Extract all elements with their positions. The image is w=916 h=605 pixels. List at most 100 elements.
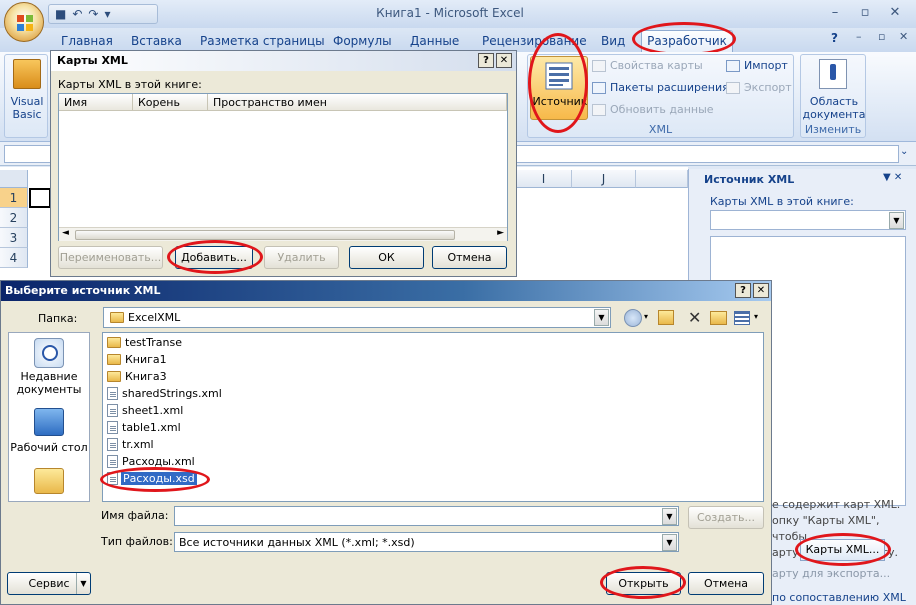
maps-horizontal-scrollbar[interactable]: ◄ ► <box>59 227 507 241</box>
select-all-corner[interactable] <box>0 170 28 188</box>
help-icon[interactable]: ? <box>831 31 838 45</box>
chevron-down-icon[interactable]: ▼ <box>76 573 90 594</box>
maps-list[interactable] <box>58 93 508 241</box>
tab-data[interactable]: Данные <box>410 34 459 48</box>
create-button[interactable]: Создать... <box>688 506 764 529</box>
place-recent-documents[interactable]: Недавние документы <box>8 370 90 396</box>
office-logo-icon <box>17 15 33 31</box>
refresh-data-button[interactable]: Обновить данные <box>592 103 714 116</box>
file-name: table1.xml <box>122 421 181 434</box>
row-header-3[interactable]: 3 <box>0 228 28 248</box>
maps-help-button[interactable]: ? <box>478 53 494 68</box>
xml-pane-help-link[interactable]: по сопоставлению XML <box>772 591 906 604</box>
tab-review[interactable]: Рецензирование <box>482 34 587 48</box>
chevron-down-icon[interactable]: ▼ <box>594 309 609 326</box>
file-list-item[interactable]: testTranse <box>107 335 183 350</box>
document-panel-button[interactable]: Область документа <box>801 95 867 121</box>
office-button[interactable] <box>4 2 44 42</box>
delete-button[interactable]: Удалить <box>264 246 339 269</box>
filetype-select[interactable]: Все источники данных XML (*.xml; *.xsd) … <box>174 532 679 552</box>
chevron-down-icon[interactable]: ▼ <box>662 534 677 551</box>
my-documents-icon[interactable] <box>34 468 64 494</box>
scroll-left-icon[interactable]: ◄ <box>62 228 69 238</box>
file-list[interactable] <box>102 332 764 502</box>
new-folder-icon[interactable] <box>710 311 727 325</box>
tab-formulas[interactable]: Формулы <box>333 34 392 48</box>
ribbon-close-button[interactable]: ✕ <box>899 30 908 43</box>
xml-source-button[interactable]: Источник <box>530 56 588 120</box>
map-properties-button[interactable]: Свойства карты <box>592 59 703 72</box>
tab-insert[interactable]: Вставка <box>131 34 182 48</box>
place-desktop[interactable]: Рабочий стол <box>8 441 90 454</box>
maps-col-root[interactable]: Корень <box>133 94 208 111</box>
back-dropdown-icon[interactable]: ▾ <box>644 312 648 321</box>
row-header-1[interactable]: 1 <box>0 188 28 208</box>
chevron-down-icon[interactable]: ▼ <box>889 212 904 229</box>
import-button[interactable]: Импорт <box>726 59 788 72</box>
row-header-4[interactable]: 4 <box>0 248 28 268</box>
ribbon-restore-button[interactable]: ▫ <box>878 30 885 43</box>
column-header-j[interactable]: J <box>572 170 636 188</box>
xml-maps-button[interactable]: Карты XML... <box>800 539 885 561</box>
filename-input[interactable]: ▼ <box>174 506 679 526</box>
open-button[interactable]: Открыть <box>606 572 681 595</box>
formula-expand-icon[interactable]: ⌄ <box>900 146 908 157</box>
tools-button[interactable]: Сервис ▼ <box>7 572 91 595</box>
tab-page-layout[interactable]: Разметка страницы <box>200 34 325 48</box>
visual-basic-label-2: Basic <box>12 108 42 121</box>
filename-label: Имя файла: <box>101 509 169 522</box>
file-help-button[interactable]: ? <box>735 283 751 298</box>
file-name: tr.xml <box>122 438 154 451</box>
maps-close-button[interactable]: ✕ <box>496 53 512 68</box>
tab-view[interactable]: Вид <box>601 34 625 48</box>
add-button[interactable]: Добавить... <box>175 246 253 269</box>
delete-icon[interactable]: ✕ <box>688 308 701 327</box>
file-close-button[interactable]: ✕ <box>753 283 769 298</box>
qat-dropdown-icon[interactable]: ▾ <box>104 7 110 21</box>
file-list-item[interactable]: Расходы.xml <box>107 454 196 469</box>
visual-basic-button[interactable]: Visual Basic <box>5 95 49 121</box>
expansion-packs-button[interactable]: Пакеты расширения <box>592 81 729 94</box>
undo-icon[interactable]: ↶ <box>72 7 82 21</box>
file-list-item[interactable]: tr.xml <box>107 437 155 452</box>
export-button[interactable]: Экспорт <box>726 81 792 94</box>
redo-icon[interactable]: ↷ <box>88 7 98 21</box>
file-cancel-button[interactable]: Отмена <box>688 572 764 595</box>
xml-pane-export-link[interactable]: арту для экспорта... <box>772 567 890 580</box>
scroll-right-icon[interactable]: ► <box>497 228 504 238</box>
row-header-2[interactable]: 2 <box>0 208 28 228</box>
minimize-button[interactable]: – <box>822 4 848 22</box>
maps-col-namespace[interactable]: Пространство имен <box>208 94 507 111</box>
maps-col-name[interactable]: Имя <box>59 94 133 111</box>
desktop-icon <box>34 408 64 436</box>
close-button[interactable]: ✕ <box>882 4 908 22</box>
maximize-button[interactable]: ▫ <box>852 4 878 22</box>
file-list-item[interactable]: sharedStrings.xml <box>107 386 223 401</box>
views-icon[interactable] <box>734 311 750 325</box>
up-folder-icon[interactable] <box>658 310 674 325</box>
file-name: sharedStrings.xml <box>122 387 222 400</box>
document-panel-label-1: Область <box>809 95 859 108</box>
save-icon[interactable]: ■ <box>55 7 66 21</box>
back-icon[interactable] <box>624 309 642 327</box>
file-list-item[interactable]: table1.xml <box>107 420 182 435</box>
maps-cancel-button[interactable]: Отмена <box>432 246 507 269</box>
folder-combo[interactable]: ExcelXML ▼ <box>103 307 611 328</box>
ribbon-minimize-button[interactable]: – <box>856 30 862 43</box>
file-list-item[interactable]: Расходы.xsd <box>107 471 197 486</box>
chevron-down-icon[interactable]: ▼ <box>662 508 677 525</box>
ok-button[interactable]: ОК <box>349 246 424 269</box>
file-list-item[interactable]: sheet1.xml <box>107 403 184 418</box>
column-header-k[interactable] <box>636 170 688 188</box>
scroll-thumb[interactable] <box>75 230 455 240</box>
tab-home[interactable]: Главная <box>61 34 113 48</box>
file-list-item[interactable]: Книга1 <box>107 352 168 367</box>
file-list-item[interactable]: Книга3 <box>107 369 168 384</box>
views-dropdown-icon[interactable]: ▾ <box>754 312 758 321</box>
tab-developer[interactable]: Разработчик <box>641 30 733 52</box>
xml-pane-close-icon[interactable]: ▼ ✕ <box>883 172 902 183</box>
rename-button[interactable]: Переименовать... <box>58 246 163 269</box>
xml-pane-maps-combo[interactable]: ▼ <box>710 210 906 230</box>
column-header-i[interactable]: I <box>516 170 572 188</box>
active-cell[interactable] <box>29 188 51 208</box>
